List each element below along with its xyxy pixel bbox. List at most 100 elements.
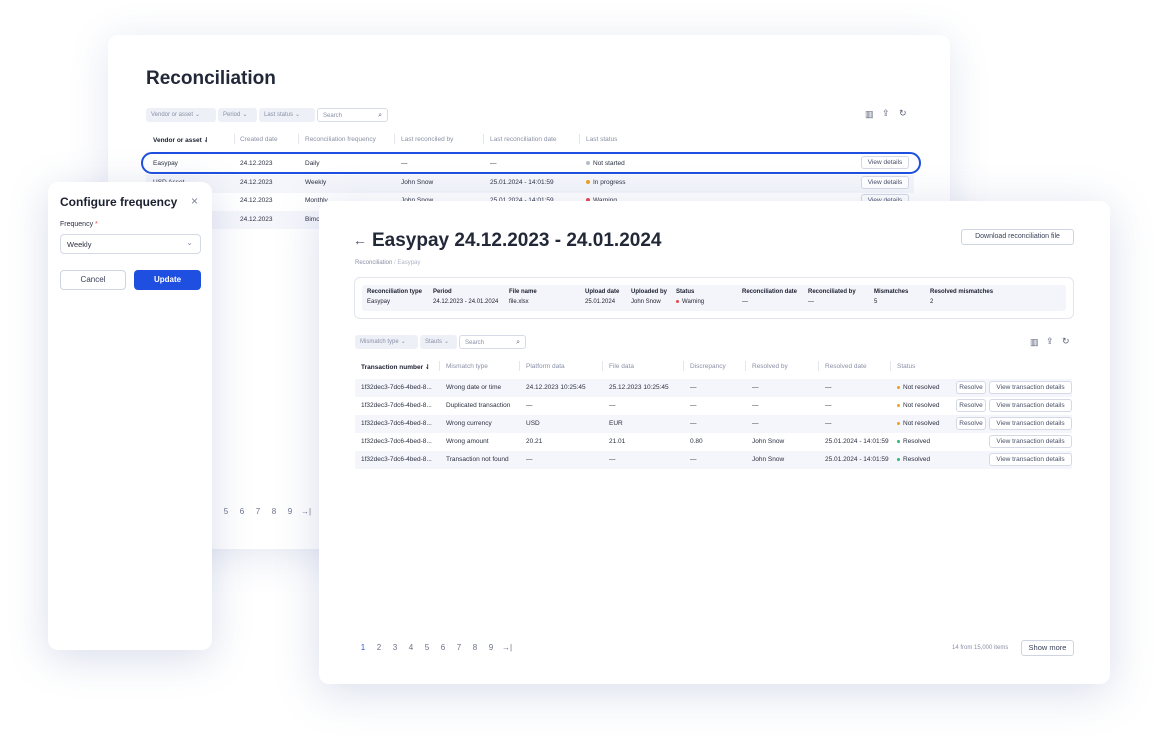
- chevron-down-icon: ⌄: [195, 112, 201, 118]
- page-link[interactable]: 6: [435, 643, 451, 652]
- table-cell: —: [401, 160, 408, 167]
- sort-icon[interactable]: ⇃: [425, 364, 430, 371]
- column-header-vendor[interactable]: Vendor or asset ⇃: [153, 136, 209, 144]
- update-button[interactable]: Update: [134, 270, 201, 290]
- view-transaction-details-button[interactable]: View transaction details: [989, 453, 1072, 466]
- view-details-button[interactable]: View details: [861, 176, 909, 189]
- table-cell: John Snow: [752, 456, 785, 463]
- page-title: Easypay 24.12.2023 - 24.01.2024: [372, 230, 662, 251]
- table-cell: —: [690, 402, 697, 409]
- table-cell: —: [490, 160, 497, 167]
- page-link[interactable]: 2: [371, 643, 387, 652]
- show-more-button[interactable]: Show more: [1021, 640, 1074, 656]
- last-page-icon[interactable]: →|: [298, 507, 314, 516]
- status-badge: Resolved: [897, 456, 930, 463]
- table-cell: 24.12.2023: [240, 197, 273, 204]
- column-header: Resolved date: [825, 363, 867, 370]
- pagination: 1 2 3 4 5 6 7 8 9 →|: [355, 643, 515, 652]
- table-cell: —: [526, 402, 533, 409]
- search-input[interactable]: Search ⌕: [317, 108, 388, 122]
- resolve-button[interactable]: Resolve: [956, 381, 986, 394]
- filter-mismatch-type[interactable]: Mismatch type ⌄: [355, 335, 418, 349]
- page-link[interactable]: 5: [419, 643, 435, 652]
- frequency-select[interactable]: Weekly ⌄: [60, 234, 201, 254]
- resolve-button[interactable]: Resolve: [956, 417, 986, 430]
- column-header: Status: [897, 363, 916, 370]
- columns-icon[interactable]: ▥: [865, 109, 874, 120]
- chevron-down-icon: ⌄: [295, 112, 301, 118]
- table-cell: —: [752, 402, 759, 409]
- export-icon[interactable]: ⇪: [1046, 336, 1054, 347]
- search-icon: ⌕: [378, 112, 382, 119]
- table-cell: 25.01.2024 - 14:01:59: [825, 456, 889, 463]
- export-icon[interactable]: ⇪: [882, 108, 890, 119]
- back-arrow-icon[interactable]: ←: [353, 232, 367, 248]
- page-link[interactable]: 7: [451, 643, 467, 652]
- column-header: Reconciliation frequency: [305, 136, 376, 143]
- table-cell: 25.12.2023 10:25:45: [609, 384, 669, 391]
- page-link[interactable]: 9: [282, 507, 298, 516]
- status-dot: [676, 299, 679, 303]
- search-input[interactable]: Search ⌕: [459, 335, 526, 349]
- view-details-button[interactable]: View details: [861, 156, 909, 169]
- table-cell: Wrong currency: [446, 420, 492, 427]
- summary-value: 5: [874, 299, 878, 305]
- table-cell: Weekly: [305, 179, 327, 186]
- summary-label: Uploaded by: [631, 289, 668, 295]
- view-transaction-details-button[interactable]: View transaction details: [989, 399, 1072, 412]
- filter-vendor[interactable]: Vendor or asset ⌄: [146, 108, 216, 122]
- download-file-button[interactable]: Download reconciliation file: [961, 229, 1074, 245]
- status-dot: [897, 439, 900, 443]
- table-cell: Easypay: [153, 160, 178, 167]
- chevron-down-icon: ⌄: [186, 238, 193, 247]
- sort-icon[interactable]: ⇃: [204, 137, 209, 144]
- status-badge: Not started: [586, 160, 625, 167]
- page-link[interactable]: 1: [355, 643, 371, 652]
- page-link[interactable]: 9: [483, 643, 499, 652]
- page-link[interactable]: 7: [250, 507, 266, 516]
- columns-icon[interactable]: ▥: [1030, 337, 1039, 348]
- summary-value: 2: [930, 299, 934, 305]
- filter-period[interactable]: Period ⌄: [218, 108, 257, 122]
- breadcrumb-link[interactable]: Reconciliation: [355, 260, 392, 266]
- refresh-icon[interactable]: ↻: [1062, 336, 1070, 347]
- table-cell: 24.12.2023 10:25:45: [526, 384, 586, 391]
- page-link[interactable]: 5: [218, 507, 234, 516]
- table-cell: Wrong date or time: [446, 384, 502, 391]
- table-cell: 1f32dec3-7dc6-4bed-8...: [361, 456, 432, 463]
- summary-value: file.xlsx: [509, 299, 529, 305]
- chevron-down-icon: ⌄: [444, 339, 450, 345]
- column-header: Resolved by: [752, 363, 788, 370]
- table-cell: —: [825, 384, 832, 391]
- summary-label: Period: [433, 289, 452, 295]
- page-link[interactable]: 3: [387, 643, 403, 652]
- filter-last-status[interactable]: Last status ⌄: [259, 108, 315, 122]
- summary-label: Reconciliation date: [742, 289, 798, 295]
- table-cell: 1f32dec3-7dc6-4bed-8...: [361, 420, 432, 427]
- view-transaction-details-button[interactable]: View transaction details: [989, 435, 1072, 448]
- page-link[interactable]: 4: [403, 643, 419, 652]
- column-header: Last reconciliation date: [490, 136, 557, 143]
- table-cell: 24.12.2023: [240, 179, 273, 186]
- column-header-transaction[interactable]: Transaction number ⇃: [361, 363, 430, 371]
- table-cell: John Snow: [752, 438, 785, 445]
- status-dot: [897, 385, 900, 389]
- cancel-button[interactable]: Cancel: [60, 270, 126, 290]
- table-cell: Wrong amount: [446, 438, 489, 445]
- status-badge: Warning: [676, 299, 704, 305]
- summary-label: Reconciliated by: [808, 289, 856, 295]
- page-link[interactable]: 8: [467, 643, 483, 652]
- page-link[interactable]: 8: [266, 507, 282, 516]
- table-cell: 24.12.2023: [240, 216, 273, 223]
- refresh-icon[interactable]: ↻: [899, 108, 907, 119]
- summary-value: —: [742, 299, 748, 305]
- close-icon[interactable]: ×: [191, 194, 198, 208]
- last-page-icon[interactable]: →|: [499, 643, 515, 652]
- view-transaction-details-button[interactable]: View transaction details: [989, 417, 1072, 430]
- page-link[interactable]: 6: [234, 507, 250, 516]
- pagination: 5 6 7 8 9 →|: [218, 507, 314, 516]
- filter-status[interactable]: Stauts ⌄: [420, 335, 457, 349]
- status-dot: [586, 180, 590, 185]
- resolve-button[interactable]: Resolve: [956, 399, 986, 412]
- view-transaction-details-button[interactable]: View transaction details: [989, 381, 1072, 394]
